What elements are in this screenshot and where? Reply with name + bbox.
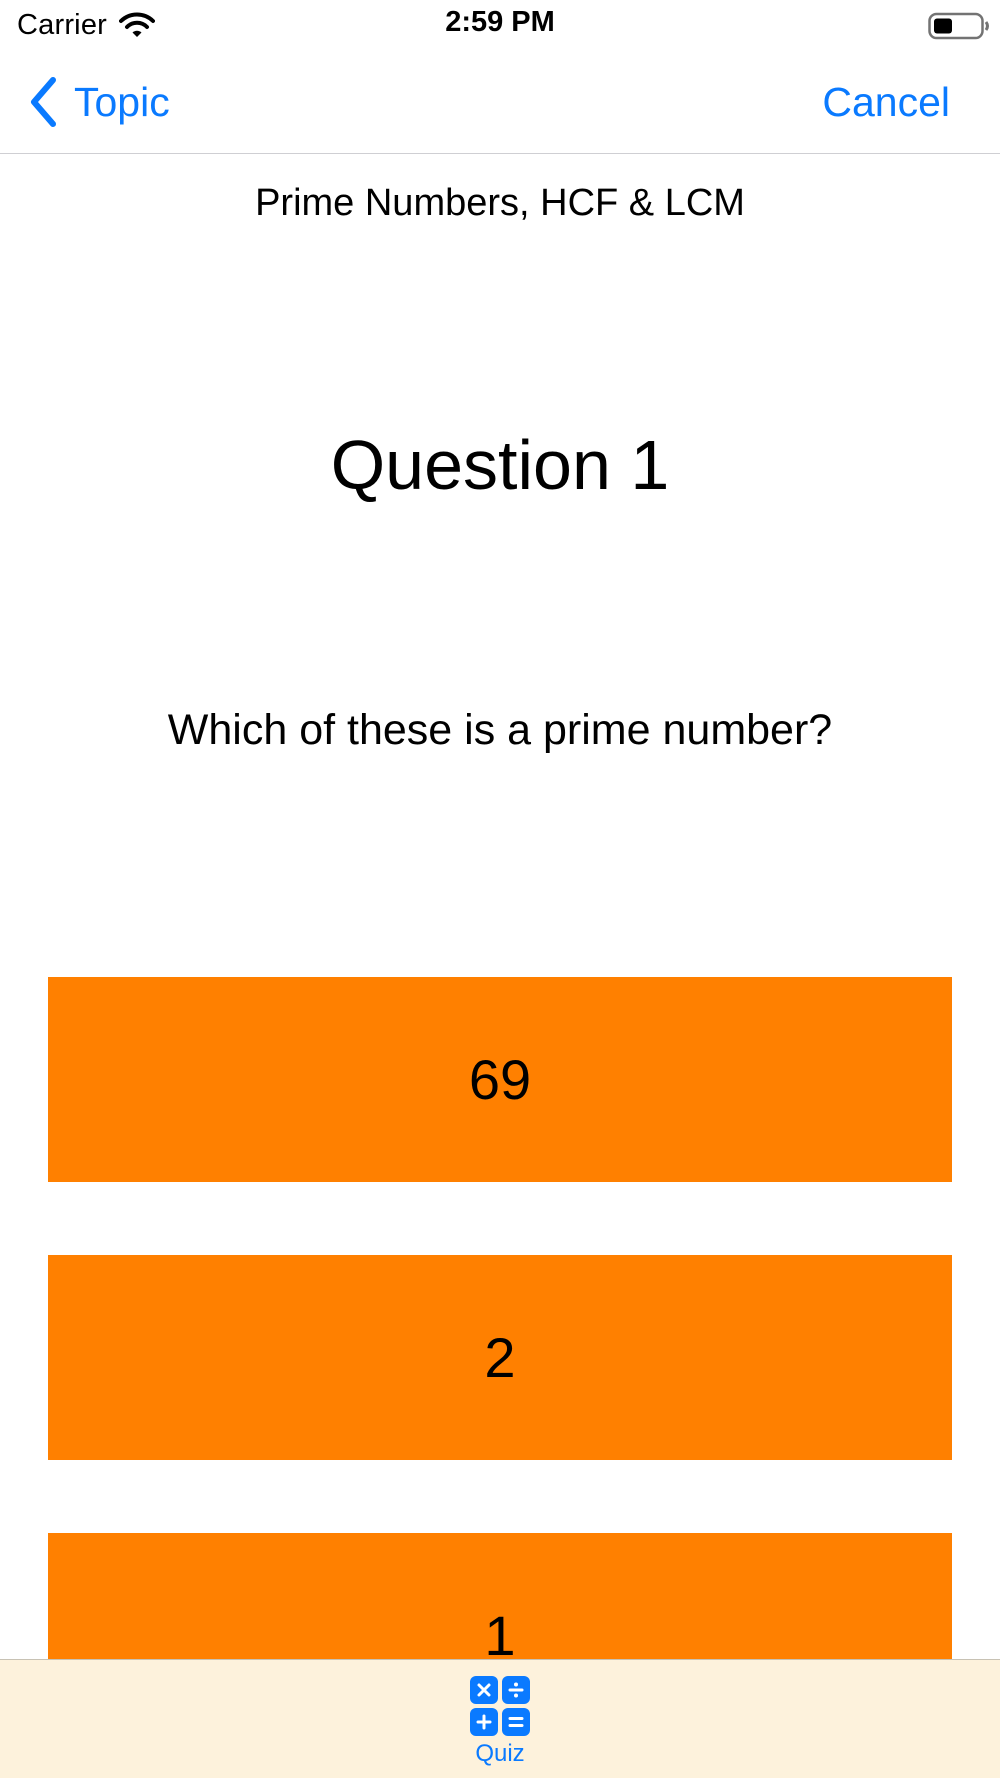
answer-label: 2	[484, 1326, 516, 1389]
cancel-button[interactable]: Cancel	[822, 72, 950, 132]
battery-icon	[928, 12, 989, 40]
question-text: Which of these is a prime number?	[167, 706, 833, 754]
status-bar: Carrier 2:59 PM	[0, 0, 1000, 50]
answer-button-2[interactable]: 2	[48, 1255, 952, 1460]
back-button[interactable]: Topic	[28, 72, 170, 132]
calculator-icon	[470, 1676, 530, 1736]
chevron-left-icon	[31, 77, 56, 127]
topic-title: Prime Numbers, HCF & LCM	[255, 182, 745, 224]
answer-label: 69	[468, 1048, 532, 1111]
tab-label: Quiz	[475, 1740, 525, 1767]
answer-button-1[interactable]: 69	[48, 977, 952, 1182]
status-time: 2:59 PM	[445, 6, 555, 38]
back-button-label: Topic	[74, 78, 170, 125]
question-heading: Question 1	[330, 426, 670, 504]
navigation-bar: Topic Cancel	[0, 50, 1000, 154]
tab-bar: Quiz	[0, 1659, 1000, 1778]
tab-quiz[interactable]: Quiz	[430, 1660, 570, 1779]
